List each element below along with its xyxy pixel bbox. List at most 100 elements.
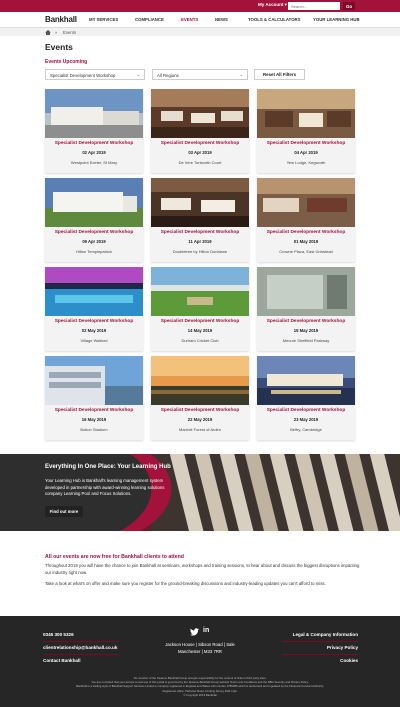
region-value: All Regions [157,73,179,78]
event-location: Belfry, Cambridge [290,427,322,432]
event-date: 15 May 2019 [293,328,319,333]
breadcrumb-separator: » [55,30,58,35]
event-image[interactable] [257,356,355,405]
search-input[interactable] [288,2,340,10]
nav-compliance[interactable]: COMPLIANCE [135,17,164,22]
find-out-more-button[interactable]: Find out more [45,506,83,517]
event-image[interactable] [257,178,355,227]
twitter-icon[interactable] [190,628,199,638]
event-date: 22 May 2019 [187,417,213,422]
event-date: 02 May 2019 [81,328,107,333]
address-line-2: Manchester | M33 7RR [177,649,223,654]
search-go-button[interactable]: Go [343,2,355,10]
free-events-paragraph-2: Take a look at what's on offer and make … [45,581,326,586]
event-image[interactable] [45,89,143,138]
event-location: De Vere Tortworth Court [178,160,222,165]
event-title[interactable]: Specialist Development Workshop [151,408,249,413]
linkedin-icon[interactable]: in [203,627,209,634]
event-image[interactable] [45,267,143,316]
event-image[interactable] [257,89,355,138]
privacy-policy-link[interactable]: Privacy Policy [327,645,358,650]
event-title[interactable]: Specialist Development Workshop [151,141,249,146]
event-card[interactable]: Specialist Development Workshop 01 May 20… [257,178,355,262]
event-date: 23 May 2019 [293,417,319,422]
event-image[interactable] [151,267,249,316]
event-image[interactable] [151,178,249,227]
nav-events[interactable]: EVENTS [181,17,198,22]
event-title[interactable]: Specialist Development Workshop [257,230,355,235]
footer-address: Jackson House | Sibson Road | Sale Manch… [160,641,240,655]
event-card[interactable]: Specialist Development Workshop 09 Apr 20… [45,178,143,262]
learning-hub-banner: Everything In One Place: Your Learning H… [0,454,400,531]
event-title[interactable]: Specialist Development Workshop [151,230,249,235]
footer-divider [282,641,358,642]
event-card[interactable]: Specialist Development Workshop 15 May 20… [257,267,355,351]
region-select[interactable]: All Regions ⌄ [152,69,248,80]
event-card[interactable]: Specialist Development Workshop 03 Apr 20… [151,89,249,173]
event-card[interactable]: Specialist Development Workshop 02 May 20… [45,267,143,351]
event-title[interactable]: Specialist Development Workshop [45,230,143,235]
event-title[interactable]: Specialist Development Workshop [151,319,249,324]
event-location: Yew Lodge, Kegworth [286,160,326,165]
footer-contact[interactable]: Contact Bankhall [43,658,81,663]
page-title: Events [45,42,73,52]
event-image[interactable] [257,267,355,316]
event-location: Bolton Stadium [80,427,108,432]
event-location: Village Watford [80,338,108,343]
section-subtitle: Events Upcoming [45,59,88,65]
nav-tools-calculators[interactable]: TOOLS & CALCULATORS [248,17,301,22]
chevron-down-icon: ⌄ [239,72,243,77]
event-image[interactable] [45,356,143,405]
event-date: 04 Apr 2019 [294,150,318,155]
legal-line: © Copyright 2019 Bankhall [183,692,217,697]
event-card[interactable]: Specialist Development Workshop 23 May 20… [257,356,355,440]
footer-phone[interactable]: 0345 300 5326 [43,632,74,637]
event-date: 14 May 2019 [187,328,213,333]
hub-title: Everything In One Place: Your Learning H… [45,464,171,470]
event-image[interactable] [151,89,249,138]
event-date: 02 Apr 2019 [82,150,106,155]
event-title[interactable]: Specialist Development Workshop [257,319,355,324]
hub-description: Your Learning Hub is Bankhall's learning… [45,478,165,496]
nav-news[interactable]: NEWS [215,17,228,22]
free-events-paragraph-1: Throughout 2019 you will have the chance… [45,563,360,575]
event-card[interactable]: Specialist Development Workshop 11 Apr 20… [151,178,249,262]
free-events-title: All our events are now free for Bankhall… [45,554,184,560]
event-date: 16 May 2019 [81,417,107,422]
event-title[interactable]: Specialist Development Workshop [45,408,143,413]
cookies-link[interactable]: Cookies [340,658,358,663]
breadcrumb-current: Events [63,30,77,35]
my-account-link[interactable]: My Account ▾ [258,2,287,8]
footer-divider [43,641,119,642]
nav-my-services[interactable]: MY SERVICES [89,17,118,22]
event-location: Durham Cricket Club [181,338,219,343]
event-location: Westpoint Exeter, St Mary [70,160,118,165]
legal-info-link[interactable]: Legal & Company Information [293,632,358,637]
event-card[interactable]: Specialist Development Workshop 02 Apr 20… [45,89,143,173]
event-title[interactable]: Specialist Development Workshop [45,319,143,324]
event-card[interactable]: Specialist Development Workshop 16 May 20… [45,356,143,440]
reset-filters-button[interactable]: Reset All Filters [254,69,305,80]
footer-email[interactable]: clientrelationship@bankhall.co.uk [43,645,117,650]
main-nav: Bankhall MY SERVICES COMPLIANCE EVENTS N… [0,12,400,28]
event-card[interactable]: Specialist Development Workshop 04 Apr 20… [257,89,355,173]
event-title[interactable]: Specialist Development Workshop [257,408,355,413]
event-image[interactable] [151,356,249,405]
event-type-value: Specialist Development Workshop [50,73,116,78]
event-image[interactable] [45,178,143,227]
nav-learning-hub[interactable]: YOUR LEARNING HUB [313,17,360,22]
event-card[interactable]: Specialist Development Workshop 14 May 20… [151,267,249,351]
legal-line: Bankhall is a trading style of Bankhall … [76,684,324,689]
event-card[interactable]: Specialist Development Workshop 22 May 20… [151,356,249,440]
event-title[interactable]: Specialist Development Workshop [45,141,143,146]
event-title[interactable]: Specialist Development Workshop [257,141,355,146]
footer-divider [282,654,358,655]
breadcrumb: » Events [0,28,400,36]
event-location: Crowne Plaza, East Grinstead [279,249,333,254]
bankhall-logo[interactable]: Bankhall [45,15,77,24]
event-type-select[interactable]: Specialist Development Workshop ⌄ [45,69,145,80]
home-icon[interactable] [45,30,51,36]
address-line-1: Jackson House | Sibson Road | Sale [165,642,235,647]
top-utility-bar: My Account ▾ Go [0,0,400,12]
event-location: Marriott Forest of Arden [178,427,221,432]
